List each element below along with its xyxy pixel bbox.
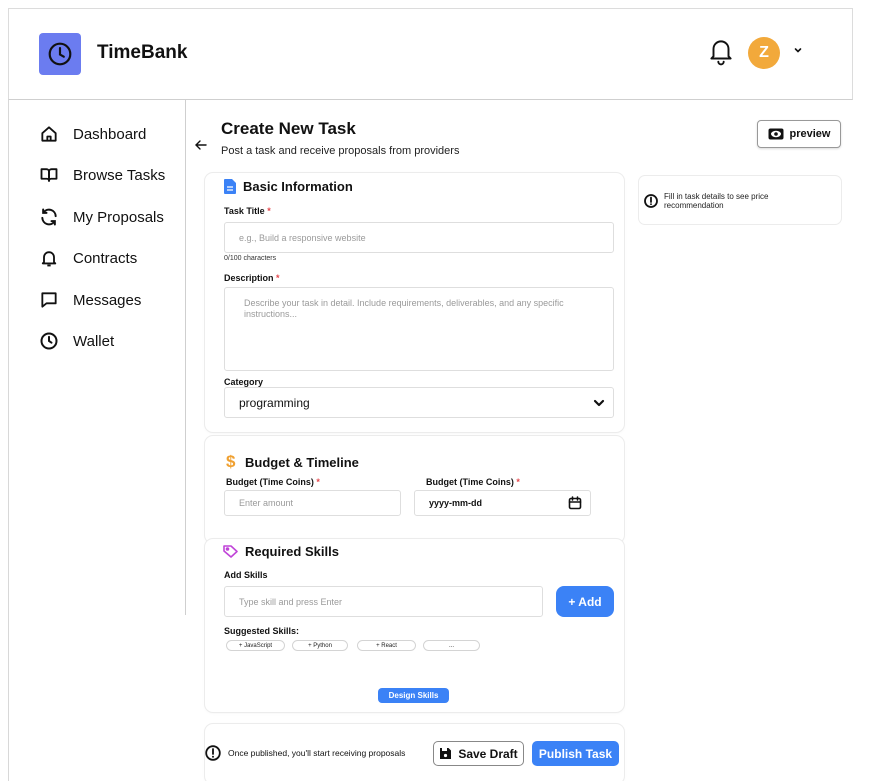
sidebar-item-wallet[interactable]: Wallet [39,331,114,351]
logo[interactable] [39,33,81,75]
task-title-label: Task Title * [224,206,271,216]
calendar-icon[interactable] [568,496,582,510]
tag-icon [223,545,238,558]
brand-name: TimeBank [97,42,188,63]
preview-label: preview [789,128,831,140]
budget-label: Budget (Time Coins) * [226,477,320,487]
label-text: Task Title [224,206,265,216]
label-text: Budget (Time Coins) [426,477,514,487]
skill-chip-more[interactable]: ... [423,640,480,651]
sidebar-item-label: Contracts [73,249,138,267]
book-icon [40,168,58,182]
back-arrow-icon[interactable] [194,138,208,152]
save-icon [440,748,452,759]
required-mark: * [276,273,280,283]
bell-icon [41,251,57,267]
section-title: Budget & Timeline [245,454,359,470]
notification-bell-icon[interactable] [708,36,734,66]
save-draft-label: Save Draft [458,746,518,761]
save-draft-button[interactable]: Save Draft [433,741,524,766]
clock-icon [40,332,58,350]
date-placeholder: yyyy-mm-dd [429,498,483,508]
sidebar-item-label: Messages [73,291,142,309]
sidebar: Dashboard Browse Tasks My Proposals Cont… [9,100,186,615]
budget-amount-input[interactable]: Enter amount [224,490,401,516]
date-label: Budget (Time Coins) * [426,477,520,487]
task-title-input[interactable]: e.g., Build a responsive website [224,222,614,253]
sidebar-item-label: Wallet [73,332,115,350]
date-input[interactable]: yyyy-mm-dd [414,490,591,516]
sidebar-item-label: Dashboard [73,125,147,143]
home-icon [41,126,57,142]
description-label: Description * [224,273,280,283]
description-textarea[interactable]: Describe your task in detail. Include re… [224,287,614,371]
suggested-skills-label: Suggested Skills: [224,626,300,636]
sidebar-item-messages[interactable]: Messages [39,290,141,310]
chevron-down-icon [593,399,605,406]
skill-chip-javascript[interactable]: + JavaScript [226,640,285,651]
message-icon [41,292,57,308]
refresh-icon [41,208,57,226]
required-mark: * [316,477,320,487]
sidebar-item-my-proposals[interactable]: My Proposals [39,207,164,227]
preview-button[interactable]: preview [757,120,841,148]
sidebar-item-dashboard[interactable]: Dashboard [39,124,146,144]
skill-chip-react[interactable]: + React [357,640,416,651]
price-recommendation-text: Fill in task details to see price recomm… [664,192,769,210]
clock-icon [48,42,72,66]
budget-timeline-heading: $ Budget & Timeline [226,452,359,472]
add-skills-label: Add Skills [224,570,268,580]
skill-chip-python[interactable]: + Python [292,640,348,651]
publish-task-button[interactable]: Publish Task [532,741,619,766]
design-skills-button[interactable]: Design Skills [378,688,449,703]
char-count: 0/100 characters [224,255,277,262]
basic-information-heading: Basic Information [224,179,353,194]
sidebar-item-label: My Proposals [73,208,164,226]
category-value: programming [239,395,310,410]
label-text: Budget (Time Coins) [226,477,314,487]
skill-input[interactable]: Type skill and press Enter [224,586,543,617]
required-skills-heading: Required Skills [223,544,339,559]
required-mark: * [516,477,520,487]
sidebar-item-label: Browse Tasks [73,166,166,184]
chevron-down-icon[interactable] [792,44,804,56]
category-select[interactable]: programming [224,387,614,418]
eye-icon [768,128,784,140]
info-icon [644,194,658,208]
dollar-icon: $ [226,452,236,471]
category-label: Category [224,377,264,387]
info-icon [205,745,221,761]
user-avatar[interactable]: Z [748,37,780,69]
required-mark: * [267,206,271,216]
add-skill-button[interactable]: + Add [556,586,614,617]
page-subtitle: Post a task and receive proposals from p… [221,145,460,157]
section-title: Basic Information [243,179,353,194]
document-icon [224,179,236,194]
label-text: Description [224,273,274,283]
sidebar-item-browse-tasks[interactable]: Browse Tasks [39,165,165,185]
section-title: Required Skills [245,544,339,559]
page-title: Create New Task [221,119,356,138]
sidebar-item-contracts[interactable]: Contracts [39,248,137,268]
publish-note: Once published, you'll start receiving p… [228,748,406,758]
